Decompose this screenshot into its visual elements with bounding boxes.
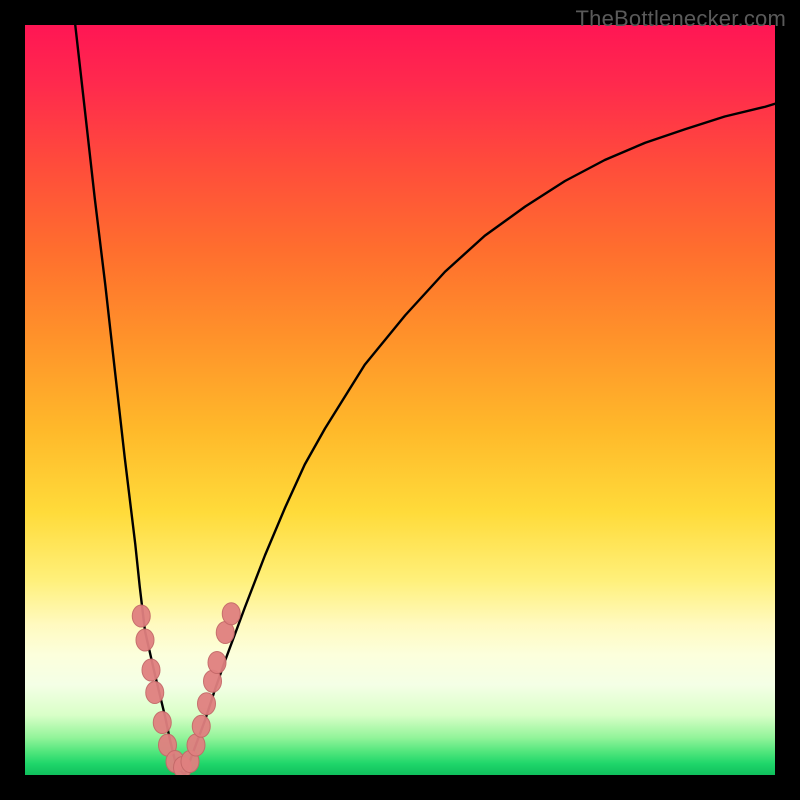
highlight-marker — [222, 603, 240, 625]
highlight-marker — [136, 629, 154, 651]
watermark-label: TheBottlenecker.com — [576, 6, 786, 32]
highlight-marker — [132, 605, 150, 627]
curve-left_branch — [75, 25, 185, 775]
highlight-marker — [142, 659, 160, 681]
highlight-marker — [198, 693, 216, 715]
highlight-marker — [153, 712, 171, 734]
highlight-marker — [146, 682, 164, 704]
highlight-marker — [208, 652, 226, 674]
highlight-marker — [192, 715, 210, 737]
chart-frame: TheBottlenecker.com — [0, 0, 800, 800]
bottleneck-curves-svg — [25, 25, 775, 775]
plot-area — [25, 25, 775, 775]
curve-right_branch — [185, 104, 775, 775]
